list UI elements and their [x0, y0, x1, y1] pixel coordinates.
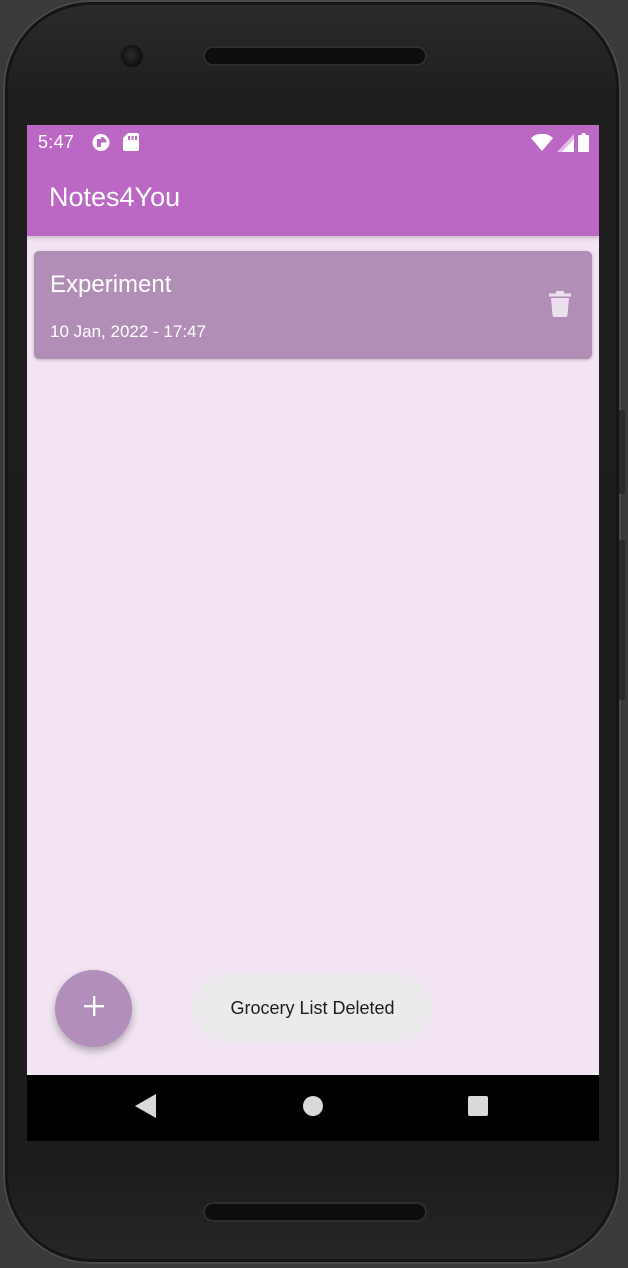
toast-message: Grocery List Deleted — [192, 974, 433, 1042]
app-title: Notes4You — [49, 182, 181, 212]
wifi-icon — [531, 133, 553, 157]
status-time: 5:47 — [38, 132, 75, 152]
battery-icon — [578, 133, 589, 157]
note-card[interactable]: Experiment 10 Jan, 2022 - 17:47 — [34, 251, 592, 359]
note-title: Experiment — [50, 271, 172, 298]
app-bar: Notes4You — [27, 160, 599, 236]
trash-icon — [549, 290, 571, 322]
data-saver-icon — [91, 133, 112, 157]
recents-button[interactable] — [465, 1095, 491, 1121]
top-speaker — [203, 46, 427, 66]
status-bar: 5:47 — [27, 125, 599, 160]
power-button — [619, 410, 625, 494]
device-frame: 5:47 Notes4You Experiment 10 Jan, 2022 -… — [0, 0, 628, 1268]
home-button[interactable] — [300, 1095, 326, 1121]
front-camera — [121, 45, 143, 67]
toast-text: Grocery List Deleted — [230, 997, 395, 1018]
home-icon — [302, 1095, 324, 1122]
app-screen: 5:47 Notes4You Experiment 10 Jan, 2022 -… — [27, 125, 599, 1141]
volume-button — [619, 540, 625, 700]
back-icon — [135, 1093, 157, 1123]
bottom-speaker — [203, 1202, 427, 1222]
navigation-bar — [27, 1075, 599, 1141]
delete-note-button[interactable] — [546, 290, 574, 322]
recents-icon — [467, 1095, 489, 1122]
back-button[interactable] — [133, 1093, 159, 1123]
status-left-icons — [91, 133, 139, 157]
plus-icon — [83, 995, 105, 1022]
sd-card-icon — [123, 133, 139, 157]
cell-signal-icon — [557, 133, 574, 157]
status-right-icons — [531, 133, 589, 157]
add-note-button[interactable] — [55, 970, 132, 1047]
note-date: 10 Jan, 2022 - 17:47 — [50, 322, 206, 341]
